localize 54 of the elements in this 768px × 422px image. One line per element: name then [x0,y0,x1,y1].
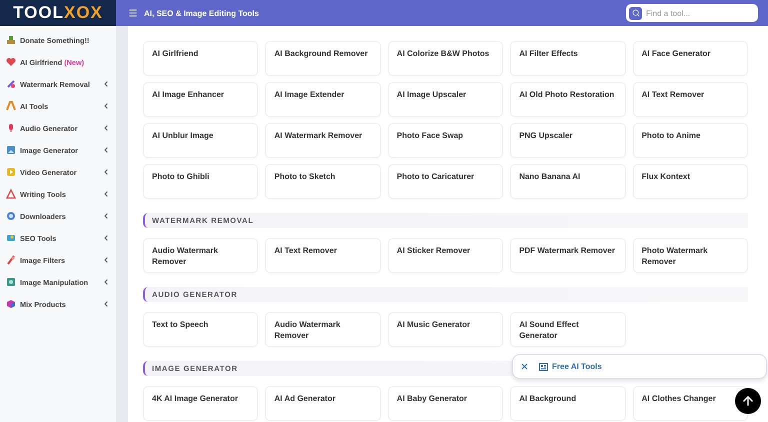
tool-card[interactable]: Photo to Caricaturer [388,164,504,199]
tool-card[interactable]: Text to Speech [143,312,258,347]
picture-icon [6,145,16,155]
tool-card[interactable]: Audio Watermark Remover [265,312,381,347]
logo[interactable]: TOOLXOX [0,0,116,26]
picture-icon [6,277,16,287]
gift-box-icon [6,35,16,45]
tool-card[interactable]: AI Baby Generator [388,386,504,421]
tool-card[interactable]: AI Text Remover [632,82,748,117]
wand-icon [6,79,16,89]
tool-card[interactable]: AI Image Extender [265,82,381,117]
free-ai-tools-link[interactable]: Free AI Tools [539,362,602,371]
tool-card[interactable]: AI Old Photo Restoration [510,82,626,117]
scroll-to-top-button[interactable] [735,388,761,414]
tool-card[interactable]: AI Sound Effect Generator [510,312,626,347]
tool-card[interactable]: AI Unblur Image [143,123,258,158]
heart-icon [6,57,16,67]
close-icon[interactable] [520,362,529,371]
cube-icon [6,299,16,309]
tool-card[interactable]: AI Girlfriend [143,41,258,76]
newspaper-icon [539,362,548,370]
tool-card[interactable]: 4K AI Image Generator [143,386,258,421]
tool-card[interactable]: Photo to Sketch [265,164,381,199]
triangle-icon [6,189,16,199]
header-title: AI, SEO & Image Editing Tools [144,8,260,18]
tool-card[interactable]: PDF Watermark Remover [510,238,626,273]
tool-card[interactable]: AI Watermark Remover [265,123,381,158]
tool-card[interactable]: Photo to Ghibli [143,164,258,199]
tool-card[interactable]: AI Background [510,386,626,421]
search-field[interactable]: Find a tool... [626,4,758,22]
tool-card[interactable]: PNG Upscaler [510,123,626,158]
tool-card[interactable]: AI Image Upscaler [388,82,504,117]
tool-card[interactable]: AI Text Remover [265,238,381,273]
tool-card[interactable]: AI Music Generator [388,312,504,347]
tool-card[interactable]: Photo to Anime [632,123,748,158]
tool-card[interactable]: Nano Banana AI [510,164,626,199]
tool-card[interactable]: AI Face Generator [632,41,748,76]
tool-card[interactable]: Photo Watermark Remover [632,238,748,273]
brush-icon [6,255,16,265]
microphone-icon [6,123,16,133]
tool-card[interactable]: Photo Face Swap [388,123,504,158]
tool-card[interactable]: AI Filter Effects [510,41,626,76]
circle-icon [6,211,16,221]
tool-card[interactable]: Audio Watermark Remover [143,238,258,273]
tool-card[interactable]: AI Sticker Remover [388,238,504,273]
tool-card[interactable]: Flux Kontext [632,164,748,199]
tool-card[interactable]: AI Background Remover [265,41,381,76]
play-icon [6,167,16,177]
search-icon[interactable] [629,6,642,20]
tool-card[interactable]: AI Colorize B&W Photos [388,41,504,76]
picture-icon [6,233,16,243]
tool-card[interactable]: AI Ad Generator [265,386,381,421]
tool-card[interactable]: AI Image Enhancer [143,82,258,117]
menu-icon[interactable] [128,8,138,18]
